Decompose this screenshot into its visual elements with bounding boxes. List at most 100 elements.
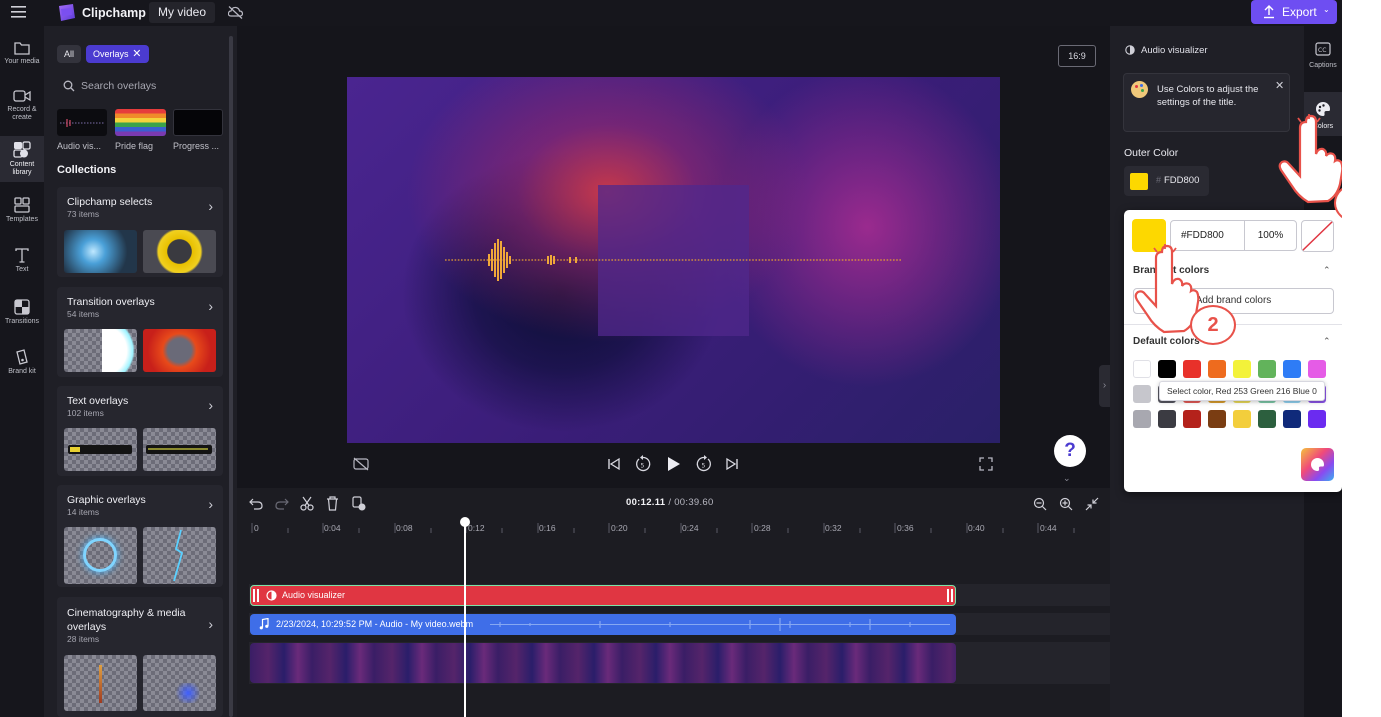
collection-card-graphic-overlays[interactable]: Graphic overlays 14 items › — [57, 485, 223, 587]
custom-color-button[interactable] — [1301, 448, 1334, 481]
panel-scrollbar[interactable] — [229, 36, 233, 717]
nav-item-templates[interactable]: Templates — [0, 197, 44, 231]
search-icon — [63, 80, 75, 92]
forward-5s-icon[interactable]: 5 — [695, 455, 713, 473]
captions-off-icon[interactable] — [353, 457, 369, 471]
camera-icon — [13, 90, 31, 102]
nav-item-transitions[interactable]: Transitions — [0, 299, 44, 333]
collection-title: Graphic overlays — [67, 494, 146, 506]
palette-emoji-icon — [1131, 81, 1148, 98]
rewind-5s-icon[interactable]: 5 — [634, 455, 652, 473]
collection-card-transition-overlays[interactable]: Transition overlays 54 items › — [57, 287, 223, 377]
aspect-ratio-button[interactable]: 16:9 — [1058, 45, 1096, 67]
playhead-handle[interactable] — [460, 517, 470, 527]
project-name[interactable]: My video — [149, 2, 216, 23]
clip-trim-handle-left[interactable] — [253, 589, 259, 602]
outer-color-control[interactable]: # FDD800 — [1124, 166, 1209, 196]
color-swatch[interactable] — [1283, 360, 1301, 378]
color-swatch[interactable] — [1308, 360, 1326, 378]
hamburger-menu-icon[interactable] — [11, 6, 26, 18]
chevron-down-icon: ⌄ — [1323, 5, 1330, 14]
tab-captions[interactable]: CC Captions — [1304, 38, 1342, 78]
total-time: 00:39.60 — [674, 497, 714, 508]
svg-text:CC: CC — [1318, 47, 1326, 54]
nav-item-your-media[interactable]: Your media — [0, 41, 44, 77]
color-swatch[interactable] — [1208, 360, 1226, 378]
zoom-in-icon[interactable] — [1059, 497, 1073, 511]
play-icon[interactable] — [666, 456, 682, 472]
top-bar: Clipchamp My video Export ⌄ — [0, 0, 1342, 26]
quick-item-progress-bar[interactable] — [173, 109, 223, 136]
color-swatch[interactable] — [1158, 360, 1176, 378]
color-swatch[interactable] — [1133, 410, 1151, 428]
quick-item-audio-visualizer[interactable] — [57, 109, 107, 136]
fullscreen-icon[interactable] — [979, 457, 993, 471]
color-swatch[interactable] — [1283, 410, 1301, 428]
outer-color-label: Outer Color — [1124, 147, 1179, 159]
close-icon[interactable]: ✕ — [132, 45, 141, 63]
chevron-down-icon[interactable]: ⌄ — [1063, 473, 1071, 484]
nav-item-record-create[interactable]: Record & create — [0, 89, 44, 129]
color-swatch[interactable] — [1133, 360, 1151, 378]
duplicate-icon[interactable] — [352, 496, 366, 511]
skip-forward-icon[interactable] — [725, 457, 739, 471]
chevron-right-icon: › — [208, 616, 213, 632]
filter-all-chip[interactable]: All — [57, 45, 82, 63]
overlay-clip-audio-visualizer[interactable]: Audio visualizer — [250, 585, 956, 606]
collection-card-clipchamp-selects[interactable]: Clipchamp selects 73 items › — [57, 187, 223, 277]
chevron-up-icon[interactable]: ⌃ — [1323, 265, 1331, 276]
color-swatch[interactable] — [1183, 360, 1201, 378]
zoom-out-icon[interactable] — [1033, 497, 1047, 511]
filter-overlays-label: Overlays — [93, 49, 129, 59]
folder-icon — [14, 42, 30, 55]
collection-card-cinematography[interactable]: Cinematography & media overlays 28 items… — [57, 597, 223, 717]
nav-item-text[interactable]: Text — [0, 248, 44, 280]
video-clip[interactable] — [250, 643, 956, 683]
chevron-up-icon[interactable]: ⌃ — [1323, 336, 1331, 347]
transitions-icon — [14, 299, 30, 315]
playhead[interactable] — [464, 519, 466, 717]
nav-item-brand-kit[interactable]: Brand kit — [0, 349, 44, 383]
undo-icon[interactable] — [249, 497, 263, 510]
redo-icon[interactable] — [275, 497, 289, 510]
export-button[interactable]: Export ⌄ — [1251, 0, 1337, 24]
color-swatch[interactable] — [1258, 410, 1276, 428]
skip-back-icon[interactable] — [607, 457, 621, 471]
collection-thumb — [64, 329, 137, 372]
hash-symbol: # — [1156, 175, 1162, 185]
audio-clip[interactable]: 2/23/2024, 10:29:52 PM - Audio - My vide… — [250, 614, 956, 635]
color-swatch[interactable] — [1308, 410, 1326, 428]
close-tip-icon[interactable]: ✕ — [1275, 79, 1284, 92]
collection-card-text-overlays[interactable]: Text overlays 102 items › — [57, 386, 223, 476]
collection-thumb — [143, 527, 216, 584]
color-swatch[interactable] — [1183, 410, 1201, 428]
outer-color-swatch[interactable] — [1130, 173, 1148, 190]
color-swatch[interactable] — [1133, 385, 1151, 403]
search-overlays-input[interactable]: Search overlays — [57, 75, 223, 97]
color-swatch[interactable] — [1208, 410, 1226, 428]
color-swatch[interactable] — [1233, 410, 1251, 428]
collapse-properties-handle[interactable]: › — [1099, 365, 1110, 407]
opacity-input[interactable]: 100% — [1244, 220, 1297, 251]
no-color-swatch[interactable] — [1301, 220, 1334, 252]
audio-waveform-visual — [445, 239, 901, 281]
delete-icon[interactable] — [326, 496, 339, 511]
split-scissors-icon[interactable] — [300, 496, 314, 511]
color-swatch[interactable] — [1258, 360, 1276, 378]
collection-thumb — [143, 329, 216, 372]
nav-item-content-library[interactable]: Content library — [0, 136, 44, 182]
nav-label: Content library — [9, 161, 35, 176]
color-swatch[interactable] — [1233, 360, 1251, 378]
quick-item-pride-flag[interactable] — [115, 109, 166, 136]
color-swatch[interactable] — [1158, 410, 1176, 428]
video-preview[interactable] — [347, 77, 1000, 443]
collection-thumb — [143, 428, 216, 471]
left-nav: Your media Record & create Content libra… — [0, 26, 44, 717]
filter-overlays-chip[interactable]: Overlays ✕ — [86, 45, 149, 63]
fit-timeline-icon[interactable] — [1085, 497, 1099, 511]
clip-trim-handle-right[interactable] — [947, 589, 953, 602]
help-button[interactable]: ? — [1054, 435, 1086, 467]
audio-clip-label: 2/23/2024, 10:29:52 PM - Audio - My vide… — [276, 619, 474, 629]
nav-label: Your media — [4, 58, 40, 65]
timeline-ruler[interactable]: 0 0:04 0:08 0:12 0:16 0:20 0:24 0:28 0:3… — [237, 518, 1110, 540]
